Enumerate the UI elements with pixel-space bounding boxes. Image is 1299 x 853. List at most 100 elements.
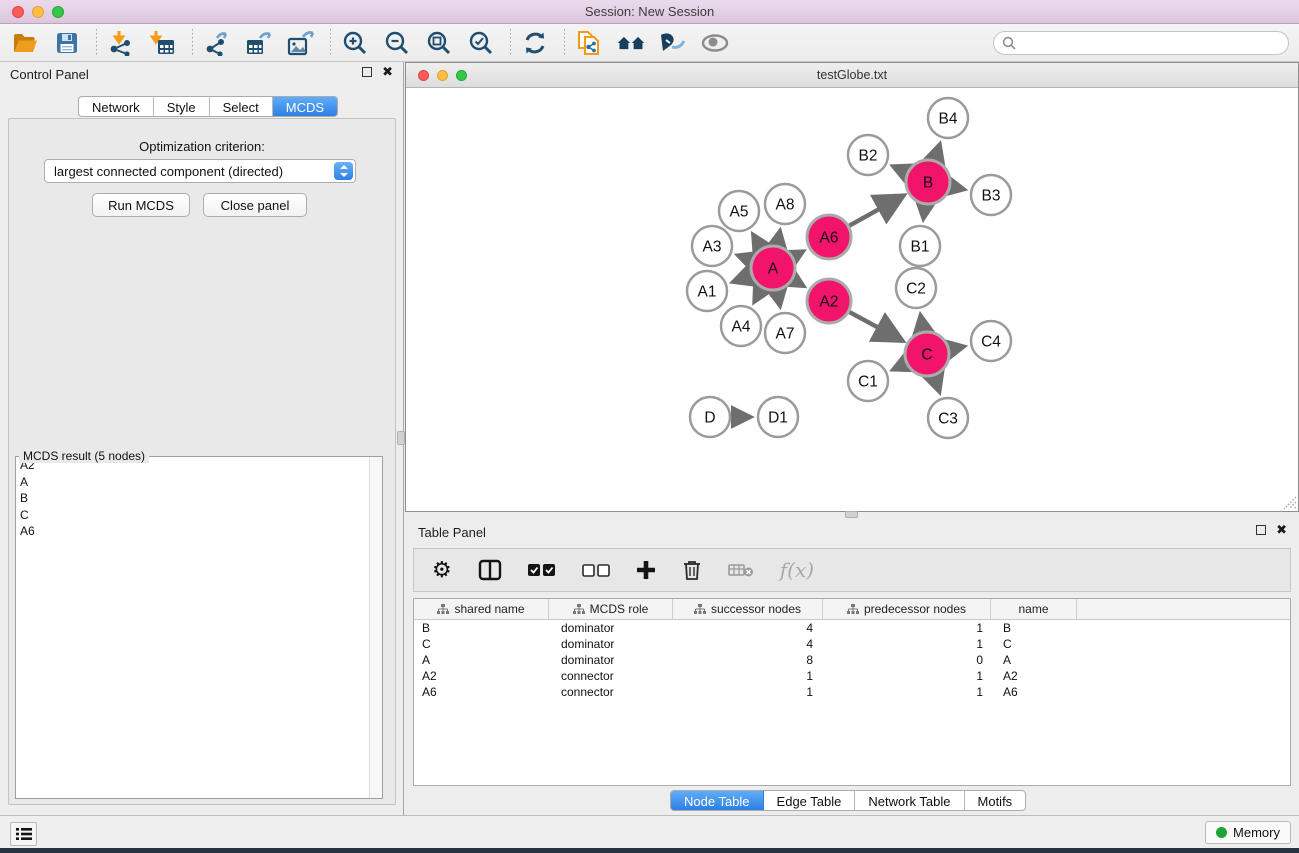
graph-node-C2[interactable]: C2 — [896, 268, 936, 308]
graph-edge-B-B3[interactable] — [951, 187, 964, 190]
horizontal-splitter-grip[interactable] — [845, 511, 858, 518]
table-cell[interactable]: connector — [549, 684, 673, 700]
table-row[interactable]: Cdominator41C — [414, 636, 1290, 652]
graph-edge-A6-B[interactable] — [849, 197, 902, 226]
graph-node-C3[interactable]: C3 — [928, 398, 968, 438]
graph-node-C[interactable]: C — [905, 332, 949, 376]
graph-node-A6[interactable]: A6 — [807, 215, 851, 259]
graph-node-C1[interactable]: C1 — [848, 361, 888, 401]
column-header-shared-name[interactable]: shared name — [414, 599, 549, 619]
table-cell[interactable]: 4 — [673, 636, 823, 652]
graph-node-A[interactable]: A — [751, 246, 795, 290]
tab-motifs[interactable]: Motifs — [965, 791, 1026, 810]
zoom-in-icon[interactable] — [340, 28, 370, 58]
table-cell[interactable]: B — [414, 620, 549, 636]
tab-select[interactable]: Select — [210, 97, 273, 116]
export-image-icon[interactable] — [286, 28, 316, 58]
table-cell[interactable]: dominator — [549, 620, 673, 636]
table-cell[interactable]: 1 — [823, 620, 991, 636]
delete-table-icon[interactable] — [728, 562, 754, 578]
graph-edge-A-A3[interactable] — [738, 255, 751, 260]
graph-edge-C-C4[interactable] — [950, 347, 964, 350]
mcds-result-item[interactable]: A — [16, 474, 369, 491]
graph-edge-B-B4[interactable] — [935, 145, 940, 160]
add-column-icon[interactable] — [636, 560, 656, 580]
hide-selected-icon[interactable] — [658, 28, 688, 58]
tab-network[interactable]: Network — [79, 97, 154, 116]
table-cell[interactable]: A2 — [414, 668, 549, 684]
run-mcds-button[interactable]: Run MCDS — [92, 193, 190, 217]
mcds-result-item[interactable]: B — [16, 490, 369, 507]
graph-edge-A-A4[interactable] — [755, 288, 762, 301]
apply-layout-icon[interactable] — [520, 28, 550, 58]
table-cell[interactable]: dominator — [549, 652, 673, 668]
table-cell[interactable]: C — [991, 636, 1077, 652]
table-cell[interactable]: 0 — [823, 652, 991, 668]
graph-node-D[interactable]: D — [690, 397, 730, 437]
table-cell[interactable]: 1 — [673, 684, 823, 700]
graph-edge-A-A8[interactable] — [777, 232, 780, 246]
table-cell[interactable]: 8 — [673, 652, 823, 668]
tab-node-table[interactable]: Node Table — [671, 791, 764, 810]
table-cell[interactable]: 1 — [823, 636, 991, 652]
open-file-icon[interactable] — [10, 28, 40, 58]
table-cell[interactable]: A — [414, 652, 549, 668]
column-header-predecessor-nodes[interactable]: predecessor nodes — [823, 599, 991, 619]
graph-node-B[interactable]: B — [906, 160, 950, 204]
table-cell[interactable]: 1 — [823, 684, 991, 700]
table-cell[interactable]: A6 — [414, 684, 549, 700]
table-row[interactable]: A2connector11A2 — [414, 668, 1290, 684]
task-history-button[interactable] — [10, 822, 37, 846]
zoom-out-icon[interactable] — [382, 28, 412, 58]
graph-node-A2[interactable]: A2 — [807, 279, 851, 323]
float-table-panel-icon[interactable] — [1256, 525, 1266, 535]
export-network-icon[interactable] — [202, 28, 232, 58]
table-cell[interactable]: B — [991, 620, 1077, 636]
table-options-icon[interactable]: ⚙ — [432, 559, 452, 581]
tab-mcds[interactable]: MCDS — [273, 97, 337, 116]
resize-grip-icon[interactable] — [1282, 495, 1297, 510]
column-visibility-icon[interactable] — [478, 559, 502, 581]
table-cell[interactable]: A — [991, 652, 1077, 668]
search-input[interactable] — [1016, 33, 1288, 53]
vertical-splitter-grip[interactable] — [397, 431, 405, 445]
table-cell[interactable]: A2 — [991, 668, 1077, 684]
graph-edge-A-A6[interactable] — [793, 252, 803, 257]
select-all-icon[interactable] — [528, 564, 556, 577]
export-table-icon[interactable] — [244, 28, 274, 58]
graph-edge-B-B2[interactable] — [894, 166, 907, 172]
graph-node-A7[interactable]: A7 — [765, 313, 805, 353]
graph-edge-A-A7[interactable] — [777, 291, 780, 306]
graph-node-A8[interactable]: A8 — [765, 184, 805, 224]
graph-node-C4[interactable]: C4 — [971, 321, 1011, 361]
save-session-icon[interactable] — [52, 28, 82, 58]
table-row[interactable]: Adominator80A — [414, 652, 1290, 668]
graph-edge-C-C1[interactable] — [893, 364, 906, 370]
graph-edge-A-A2[interactable] — [793, 280, 803, 286]
graph-edge-C-C2[interactable] — [921, 316, 924, 332]
graph-edge-A-A1[interactable] — [733, 276, 751, 282]
graph-node-A4[interactable]: A4 — [721, 306, 761, 346]
graph-node-B1[interactable]: B1 — [900, 226, 940, 266]
table-row[interactable]: A6connector11A6 — [414, 684, 1290, 700]
table-cell[interactable]: 4 — [673, 620, 823, 636]
import-network-icon[interactable] — [106, 28, 136, 58]
zoom-selected-icon[interactable] — [466, 28, 496, 58]
close-table-panel-icon[interactable]: ✖ — [1276, 525, 1287, 535]
memory-button[interactable]: Memory — [1205, 821, 1291, 844]
network-canvas[interactable]: B4B2BB3A5A8A6A3B1AA1C2A2A4A7CC4C1C3DD1 — [406, 88, 1298, 511]
graph-edge-A-A5[interactable] — [753, 235, 761, 248]
delete-column-icon[interactable] — [682, 559, 702, 581]
import-table-icon[interactable] — [148, 28, 178, 58]
graph-edge-A2-C[interactable] — [849, 312, 900, 340]
graph-node-B3[interactable]: B3 — [971, 175, 1011, 215]
table-cell[interactable]: dominator — [549, 636, 673, 652]
result-scrollbar[interactable] — [369, 457, 382, 798]
graph-node-B2[interactable]: B2 — [848, 135, 888, 175]
tab-network-table[interactable]: Network Table — [855, 791, 964, 810]
show-all-icon[interactable] — [700, 28, 730, 58]
graph-node-B4[interactable]: B4 — [928, 98, 968, 138]
table-cell[interactable]: 1 — [823, 668, 991, 684]
column-header-name[interactable]: name — [991, 599, 1077, 619]
tab-edge-table[interactable]: Edge Table — [764, 791, 856, 810]
